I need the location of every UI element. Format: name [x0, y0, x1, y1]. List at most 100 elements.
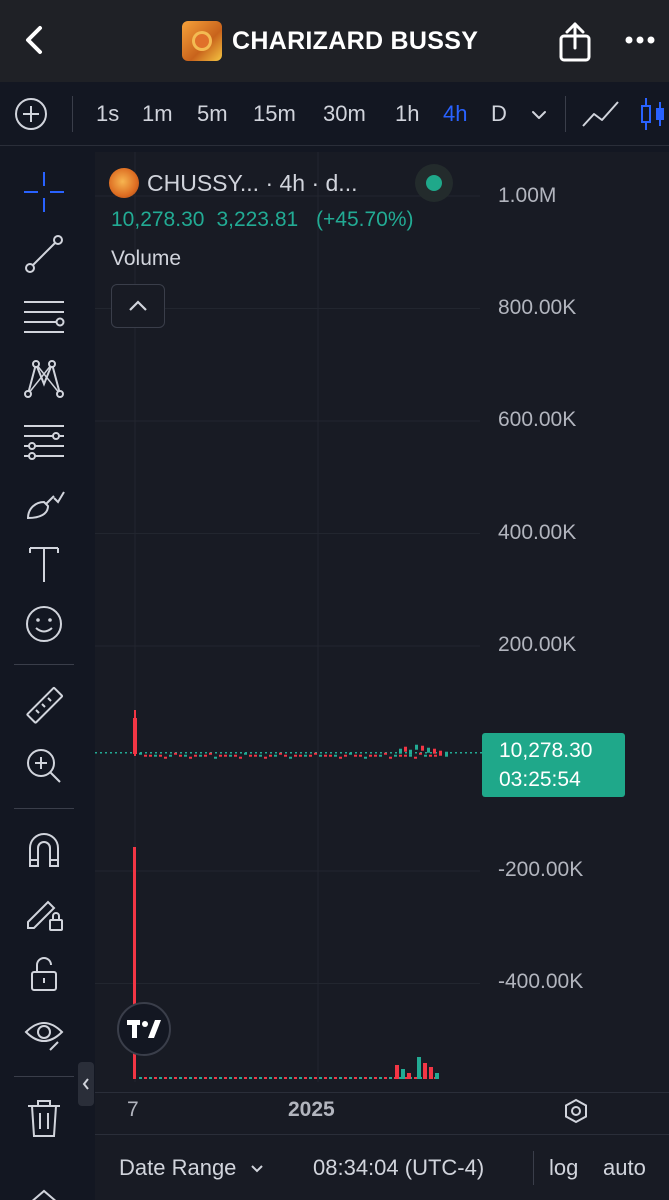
- interval-4h[interactable]: 4h: [443, 101, 467, 127]
- hide-drawings-tool[interactable]: [20, 1010, 68, 1058]
- candle: [369, 754, 372, 757]
- collapse-legend-button[interactable]: [111, 284, 165, 328]
- line-chart-icon[interactable]: [580, 96, 624, 132]
- timezone-clock[interactable]: 08:34:04 (UTC-4): [313, 1155, 484, 1181]
- candle: [434, 754, 437, 757]
- legend-change: 3,223.81: [216, 208, 299, 231]
- interval-30m[interactable]: 30m: [323, 101, 366, 127]
- bottom-toolbar: Date Range 08:34:04 (UTC-4) log auto: [95, 1134, 669, 1200]
- auto-scale-toggle[interactable]: auto: [603, 1155, 646, 1181]
- date-range-button[interactable]: Date Range: [119, 1155, 265, 1181]
- log-scale-toggle[interactable]: log: [549, 1155, 578, 1181]
- settings-hex-icon[interactable]: [563, 1098, 589, 1124]
- lock-tool[interactable]: [20, 950, 68, 998]
- volume-bar: [364, 1077, 367, 1079]
- zoom-in-icon: [27, 749, 61, 783]
- volume-bar: [423, 1063, 427, 1079]
- emoji-tool[interactable]: [20, 600, 68, 648]
- volume-bar: [374, 1077, 377, 1079]
- crosshair-tool[interactable]: [20, 168, 68, 216]
- volume-bar: [407, 1073, 411, 1079]
- collapse-toolbar-handle[interactable]: [78, 1062, 94, 1106]
- tradingview-logo[interactable]: [117, 1002, 171, 1056]
- candle: [289, 756, 292, 759]
- fib-retracement-tool[interactable]: [20, 292, 68, 340]
- candle: [404, 754, 407, 757]
- chevron-down-icon[interactable]: [528, 104, 550, 126]
- interval-1h[interactable]: 1h: [395, 101, 419, 127]
- volume-bar: [294, 1077, 297, 1079]
- magnet-tool[interactable]: [20, 826, 68, 874]
- measure-tool[interactable]: [20, 682, 68, 730]
- brush-tool[interactable]: [20, 478, 68, 526]
- unlock-icon: [31, 957, 57, 991]
- remove-drawings-tool[interactable]: [20, 1094, 68, 1142]
- volume-bar: [319, 1077, 322, 1079]
- volume-bar: [417, 1057, 421, 1079]
- volume-bar: [219, 1077, 222, 1079]
- volume-bar: [279, 1077, 282, 1079]
- time-axis[interactable]: 7 2025: [95, 1092, 669, 1134]
- series-legend[interactable]: CHUSSY... · 4h · d...: [109, 166, 357, 200]
- volume-bar: [429, 1067, 433, 1079]
- share-icon[interactable]: [557, 20, 593, 64]
- volume-bar: [139, 1077, 142, 1079]
- volume-bar: [401, 1069, 405, 1079]
- candle: [229, 754, 232, 757]
- candle: [364, 756, 367, 759]
- candle: [244, 752, 247, 755]
- volume-bar: [259, 1077, 262, 1079]
- candle: [404, 746, 407, 752]
- candle: [169, 754, 172, 757]
- date-range-label: Date Range: [119, 1155, 237, 1180]
- candle: [179, 754, 182, 757]
- chevron-up-icon: [129, 300, 147, 311]
- tradingview-logo-icon: [127, 1020, 161, 1038]
- candle: [194, 754, 197, 757]
- volume-bar: [244, 1077, 247, 1079]
- candlestick-icon[interactable]: [638, 96, 669, 132]
- candle: [264, 756, 267, 759]
- candle: [284, 754, 287, 757]
- volume-bar: [194, 1077, 197, 1079]
- chart-canvas[interactable]: [95, 152, 669, 1092]
- interval-15m[interactable]: 15m: [253, 101, 296, 127]
- interval-5m[interactable]: 5m: [197, 101, 228, 127]
- toolbar-divider: [565, 96, 566, 132]
- volume-legend[interactable]: Volume: [111, 247, 181, 271]
- forecast-tool[interactable]: [20, 416, 68, 464]
- eye-icon: [24, 1022, 64, 1051]
- more-horizontal-icon[interactable]: [624, 32, 656, 48]
- volume-bar: [234, 1077, 237, 1079]
- chevron-left-icon[interactable]: [18, 22, 54, 58]
- chart-pane[interactable]: CHUSSY... · 4h · d... 10,278.30 3,223.81 …: [95, 152, 669, 1092]
- tool-separator: [14, 1076, 74, 1077]
- legend-symbol: CHUSSY... · 4h · d...: [147, 169, 358, 196]
- volume-bar: [189, 1077, 192, 1079]
- volume-bar: [309, 1077, 312, 1079]
- text-icon: [29, 547, 59, 582]
- candle: [174, 752, 177, 755]
- interval-d[interactable]: D: [491, 101, 507, 127]
- interval-1s[interactable]: 1s: [96, 101, 119, 127]
- time-axis-label: 7: [127, 1098, 139, 1121]
- more-tools[interactable]: [20, 1168, 68, 1200]
- candle: [394, 754, 397, 757]
- candle: [445, 751, 448, 757]
- volume-bar: [239, 1077, 242, 1079]
- market-status-indicator[interactable]: [415, 164, 453, 202]
- candle: [214, 756, 217, 759]
- volume-bar: [214, 1077, 217, 1079]
- candle: [424, 754, 427, 757]
- zoom-in-tool[interactable]: [20, 742, 68, 790]
- app-header: CHARIZARD BUSSY: [0, 0, 669, 82]
- brush-icon: [26, 491, 65, 520]
- pattern-tool[interactable]: [20, 354, 68, 402]
- candle: [334, 754, 337, 757]
- lock-drawing-tool[interactable]: [20, 888, 68, 936]
- add-symbol-icon[interactable]: [14, 97, 48, 131]
- text-tool[interactable]: [20, 540, 68, 588]
- candle: [439, 750, 442, 756]
- interval-1m[interactable]: 1m: [142, 101, 173, 127]
- trend-line-tool[interactable]: [20, 230, 68, 278]
